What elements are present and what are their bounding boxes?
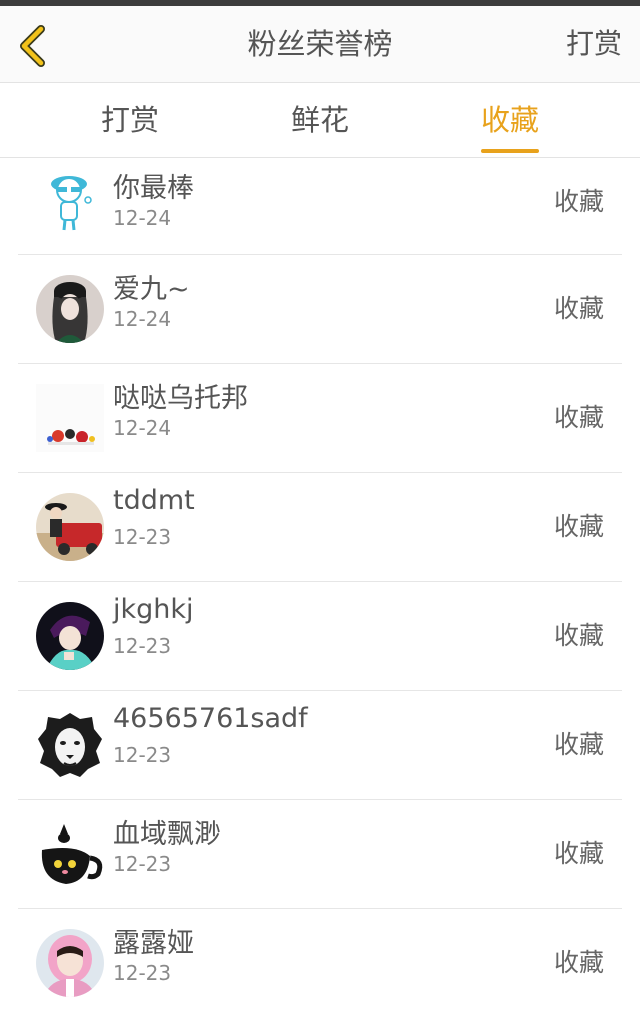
anime-boy-avatar-icon — [36, 602, 104, 670]
cartoon-boy-avatar-icon — [36, 166, 104, 234]
fan-name: 血域飘渺 — [113, 819, 221, 850]
tab-flowers[interactable]: 鲜花 — [290, 83, 350, 157]
favorite-label: 收藏 — [553, 948, 604, 977]
favorite-label: 收藏 — [553, 187, 604, 216]
fan-date: 12-23 — [113, 743, 172, 767]
favorite-label: 收藏 — [553, 403, 604, 432]
app-header: 粉丝荣誉榜 打赏 — [0, 6, 640, 83]
toys-avatar-icon — [36, 384, 104, 452]
tab-reward[interactable]: 打赏 — [100, 83, 160, 157]
favorite-label: 收藏 — [553, 512, 604, 541]
tab-favorites[interactable]: 收藏 — [480, 83, 540, 157]
fan-name: jkghkj — [113, 594, 194, 625]
list-item[interactable]: 你最棒 12-24 收藏 — [18, 158, 622, 255]
lion-avatar-icon — [36, 711, 104, 779]
favorite-label: 收藏 — [553, 621, 604, 650]
fan-date: 12-24 — [113, 307, 172, 331]
tab-label: 收藏 — [480, 103, 539, 137]
tab-bar: 打赏 鲜花 收藏 — [0, 83, 640, 158]
black-cat-cup-avatar-icon — [36, 820, 104, 888]
favorite-label: 收藏 — [553, 839, 604, 868]
list-item[interactable]: 露露娅 12-23 收藏 — [18, 909, 622, 1017]
fan-name: 你最棒 — [113, 173, 194, 204]
girl-cap-avatar-icon — [36, 275, 104, 343]
page-title: 粉丝荣誉榜 — [247, 27, 393, 61]
fan-name: 爱九~ — [113, 274, 190, 305]
reward-button[interactable]: 打赏 — [566, 6, 622, 82]
fan-list: 你最棒 12-24 收藏 爱九~ 12-24 收藏 哒哒乌托邦 12-24 收藏… — [0, 158, 640, 1017]
favorite-label: 收藏 — [553, 730, 604, 759]
girl-pink-hood-avatar-icon — [36, 929, 104, 997]
fan-date: 12-24 — [113, 416, 172, 440]
list-item[interactable]: 哒哒乌托邦 12-24 收藏 — [18, 364, 622, 473]
fan-date: 12-23 — [113, 852, 172, 876]
fan-name: 哒哒乌托邦 — [113, 383, 248, 414]
fan-date: 12-23 — [113, 634, 172, 658]
favorite-label: 收藏 — [553, 294, 604, 323]
list-item[interactable]: jkghkj 12-23 收藏 — [18, 582, 622, 691]
fan-date: 12-24 — [113, 206, 172, 230]
list-item[interactable]: tddmt 12-23 收藏 — [18, 473, 622, 582]
list-item[interactable]: 血域飘渺 12-23 收藏 — [18, 800, 622, 909]
tab-label: 鲜花 — [290, 103, 349, 137]
fan-name: 46565761sadf — [113, 703, 308, 734]
list-item[interactable]: 46565761sadf 12-23 收藏 — [18, 691, 622, 800]
child-car-avatar-icon — [36, 493, 104, 561]
fan-date: 12-23 — [113, 961, 172, 985]
fan-name: 露露娅 — [113, 928, 194, 959]
tab-underline — [481, 149, 539, 153]
list-item[interactable]: 爱九~ 12-24 收藏 — [18, 255, 622, 364]
fan-name: tddmt — [113, 485, 195, 516]
tab-label: 打赏 — [100, 103, 159, 137]
fan-date: 12-23 — [113, 525, 172, 549]
